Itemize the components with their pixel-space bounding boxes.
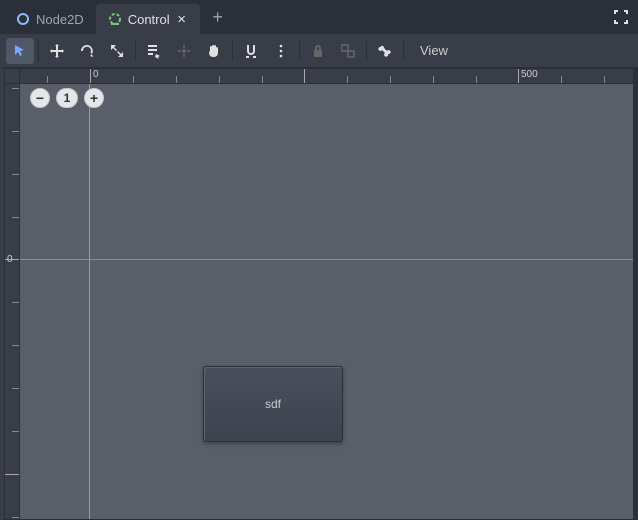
bone-icon xyxy=(377,43,393,59)
add-tab-button[interactable]: + xyxy=(204,3,232,31)
zoom-level-button[interactable]: 1 xyxy=(56,88,78,108)
snap-options[interactable] xyxy=(267,38,295,64)
rotate-tool[interactable] xyxy=(73,38,101,64)
viewport: 0500 0 − 1 + sdf xyxy=(4,68,634,520)
ruler-corner xyxy=(5,69,20,84)
ruler-horizontal[interactable]: 0500 xyxy=(20,69,633,84)
group-tool[interactable] xyxy=(334,38,362,64)
kebab-icon xyxy=(278,44,284,58)
control-icon xyxy=(108,12,122,26)
pivot-tool[interactable] xyxy=(170,38,198,64)
scale-icon xyxy=(109,43,125,59)
group-icon xyxy=(340,43,356,59)
fullscreen-button[interactable] xyxy=(604,0,638,34)
separator xyxy=(299,41,300,61)
node-button-sdf[interactable]: sdf xyxy=(203,366,343,442)
tab-bar: Node2D Control × + xyxy=(0,0,638,34)
tab-control[interactable]: Control × xyxy=(96,4,200,34)
view-label: View xyxy=(420,43,448,58)
x-axis-line xyxy=(20,259,633,260)
separator xyxy=(403,41,404,61)
fullscreen-icon xyxy=(613,9,629,25)
bone-tool[interactable] xyxy=(371,38,399,64)
tab-label: Control xyxy=(128,12,170,27)
list-icon xyxy=(146,43,162,59)
view-menu[interactable]: View xyxy=(408,38,460,64)
cursor-icon xyxy=(12,43,28,59)
tab-label: Node2D xyxy=(36,12,84,27)
node2d-icon xyxy=(16,12,30,26)
close-icon[interactable]: × xyxy=(176,13,188,25)
lock-tool[interactable] xyxy=(304,38,332,64)
separator xyxy=(135,41,136,61)
list-select-tool[interactable] xyxy=(140,38,168,64)
toolbar: View xyxy=(0,34,638,68)
snap-icon xyxy=(243,43,259,59)
rotate-icon xyxy=(79,43,95,59)
snap-tool[interactable] xyxy=(237,38,265,64)
move-tool[interactable] xyxy=(43,38,71,64)
separator xyxy=(232,41,233,61)
pivot-icon xyxy=(176,43,192,59)
node-label: sdf xyxy=(265,397,281,411)
separator xyxy=(366,41,367,61)
zoom-controls: − 1 + xyxy=(30,88,104,108)
lock-icon xyxy=(310,43,326,59)
zoom-in-button[interactable]: + xyxy=(84,88,104,108)
canvas[interactable]: − 1 + sdf xyxy=(20,84,633,519)
separator xyxy=(38,41,39,61)
scrollbar-vertical[interactable] xyxy=(634,68,638,520)
scale-tool[interactable] xyxy=(103,38,131,64)
move-icon xyxy=(49,43,65,59)
hand-icon xyxy=(206,43,222,59)
y-axis-line xyxy=(89,84,90,519)
zoom-out-button[interactable]: − xyxy=(30,88,50,108)
pan-tool[interactable] xyxy=(200,38,228,64)
tab-node2d[interactable]: Node2D xyxy=(4,4,96,34)
ruler-vertical[interactable]: 0 xyxy=(5,84,20,519)
select-tool[interactable] xyxy=(6,38,34,64)
